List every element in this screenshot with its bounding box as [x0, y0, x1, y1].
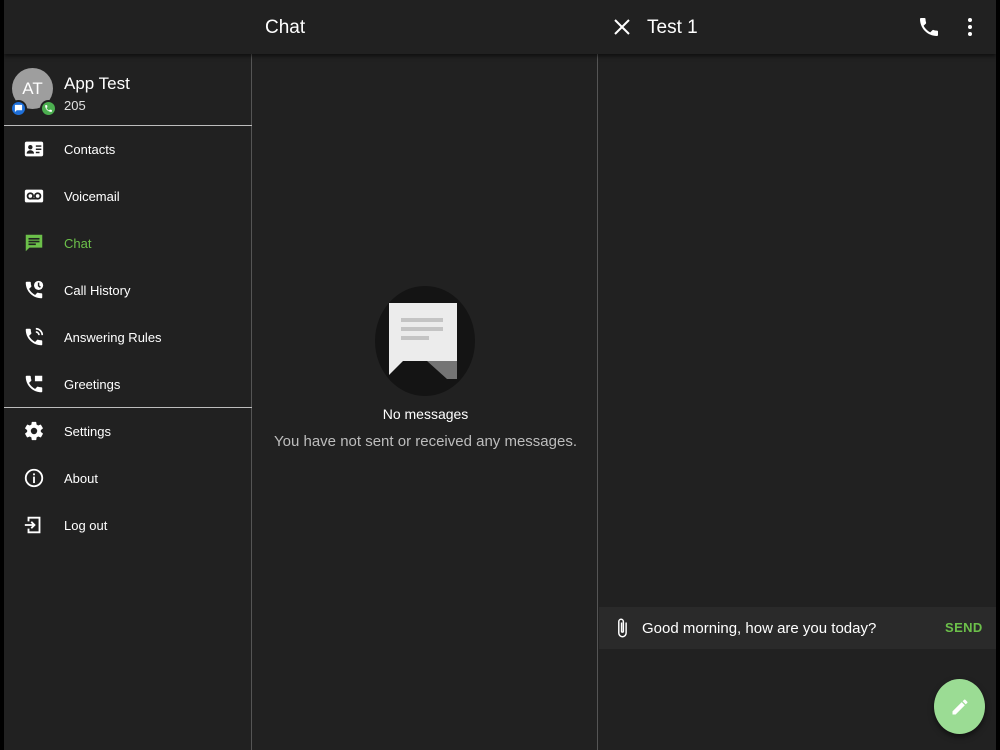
nav-item-contacts[interactable]: Contacts: [4, 127, 252, 173]
nav-label: Log out: [64, 518, 108, 533]
close-conversation-button[interactable]: [610, 15, 634, 39]
call-button[interactable]: [917, 15, 941, 39]
info-icon: [24, 468, 44, 488]
more-vert-icon: [968, 18, 972, 36]
nav-label: Settings: [64, 424, 111, 439]
chat-list-title: Chat: [265, 17, 306, 38]
paperclip-icon: [618, 618, 627, 638]
top-app-bar: Chat Test 1: [4, 0, 996, 54]
contacts-icon: [24, 141, 44, 157]
conversation-pane: SEND: [599, 54, 996, 750]
empty-state-title: No messages: [382, 406, 469, 422]
app-window: Chat Test 1 AT App Test 205 Contacts Voi…: [4, 0, 996, 750]
answering-rules-icon: [25, 327, 44, 346]
pencil-icon: [952, 698, 968, 714]
nav-label: About: [64, 471, 98, 486]
voicemail-icon: [24, 189, 44, 203]
phone-presence-badge: [40, 100, 57, 117]
empty-state-subtitle: You have not sent or received any messag…: [274, 433, 577, 450]
more-options-button[interactable]: [958, 15, 982, 39]
message-composer: SEND: [599, 607, 996, 649]
attach-button[interactable]: [611, 617, 633, 639]
chat-icon: [25, 234, 43, 252]
chat-bubble-icon: [14, 104, 23, 113]
nav-label: Contacts: [64, 142, 116, 157]
profile-header[interactable]: AT App Test 205: [4, 54, 252, 126]
message-input[interactable]: [639, 611, 935, 645]
nav-item-logout[interactable]: Log out: [4, 503, 252, 549]
empty-state-illustration: [375, 286, 475, 396]
nav-item-voicemail[interactable]: Voicemail: [4, 174, 252, 220]
message-icon: [389, 303, 457, 379]
profile-name: App Test: [64, 74, 130, 93]
greetings-icon: [25, 375, 43, 393]
logout-icon: [24, 516, 41, 534]
nav-divider: [4, 407, 252, 408]
compose-message-button[interactable]: [934, 679, 985, 734]
nav-item-greetings[interactable]: Greetings: [4, 362, 252, 408]
phone-icon: [920, 18, 938, 36]
nav-item-call-history[interactable]: Call History: [4, 268, 252, 314]
close-icon: [614, 19, 630, 35]
chat-list-pane: No messages You have not sent or receive…: [253, 54, 598, 750]
nav-item-answering-rules[interactable]: Answering Rules: [4, 315, 252, 361]
nav-item-chat[interactable]: Chat: [4, 221, 252, 267]
send-button[interactable]: SEND: [945, 620, 983, 635]
nav-label: Voicemail: [64, 189, 120, 204]
gear-icon: [25, 421, 43, 441]
nav-label: Call History: [64, 283, 131, 298]
nav-item-about[interactable]: About: [4, 456, 252, 502]
navigation-drawer: AT App Test 205 Contacts Voicemail Chat …: [4, 54, 252, 750]
nav-label: Chat: [64, 236, 92, 251]
chat-presence-badge: [10, 100, 27, 117]
profile-extension: 205: [64, 98, 86, 113]
nav-label: Greetings: [64, 377, 121, 392]
nav-item-settings[interactable]: Settings: [4, 409, 252, 455]
call-history-icon: [25, 280, 44, 299]
nav-label: Answering Rules: [64, 330, 162, 345]
phone-icon: [45, 105, 52, 112]
conversation-title: Test 1: [647, 17, 698, 38]
